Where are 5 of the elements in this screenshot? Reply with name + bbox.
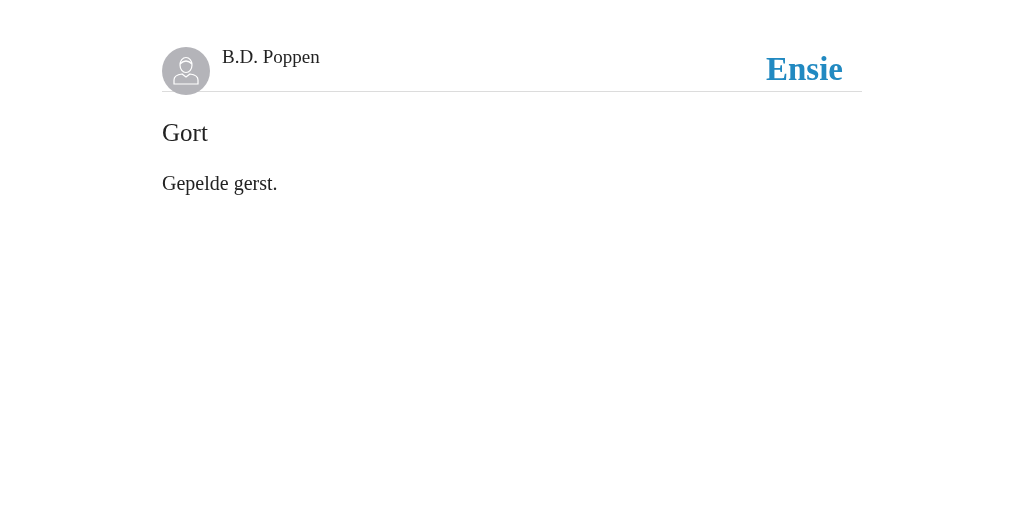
entry-title: Gort xyxy=(162,118,209,148)
avatar-icon xyxy=(162,47,210,95)
site-logo[interactable]: Ensie xyxy=(765,49,843,89)
entry-definition: Gepelde gerst. xyxy=(162,171,279,196)
author-name[interactable]: B.D. Poppen xyxy=(222,45,320,69)
